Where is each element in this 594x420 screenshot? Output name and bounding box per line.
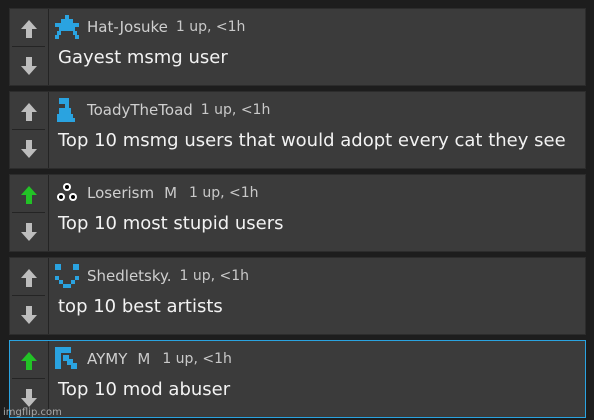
comment-header: ToadyTheToad 1 up, <1h [55, 96, 270, 124]
comment-text: Top 10 msmg users that would adopt every… [58, 130, 566, 151]
vote-column [10, 258, 49, 334]
comment-item: Hat-Josuke 1 up, <1h Gayest msmg user [9, 8, 586, 86]
down-arrow-icon [20, 139, 37, 158]
vote-column [10, 175, 49, 251]
comment-header: Loserism M 1 up, <1h [55, 179, 259, 207]
pixel-arrow-icon[interactable] [55, 347, 79, 371]
comment-meta: 1 up, <1h [189, 185, 259, 201]
comment-text: Top 10 most stupid users [58, 213, 284, 234]
triforce-dots-icon[interactable] [55, 181, 79, 205]
vote-column [10, 92, 49, 168]
up-arrow-icon [20, 19, 37, 38]
comment-item: ToadyTheToad 1 up, <1h Top 10 msmg users… [9, 91, 586, 169]
upvote-button[interactable] [12, 94, 45, 130]
comment-header: Hat-Josuke 1 up, <1h [55, 13, 245, 41]
pixel-figure-icon[interactable] [55, 98, 79, 122]
comment-text: top 10 best artists [58, 296, 223, 317]
vote-column [10, 9, 49, 85]
comment-text: Gayest msmg user [58, 47, 228, 68]
comment-item: Loserism M 1 up, <1h Top 10 most stupid … [9, 174, 586, 252]
pixel-creature-icon[interactable] [55, 15, 79, 39]
down-arrow-icon [20, 56, 37, 75]
comment-text: Top 10 mod abuser [58, 379, 231, 400]
upvote-button[interactable] [12, 260, 45, 296]
up-arrow-icon [20, 351, 37, 370]
comment-meta: 1 up, <1h [179, 268, 250, 284]
upvote-button[interactable] [12, 343, 45, 379]
upvote-button[interactable] [12, 177, 45, 213]
down-arrow-icon [20, 388, 37, 407]
down-arrow-icon [20, 222, 37, 241]
comment-meta: 1 up, <1h [175, 19, 246, 35]
username-link[interactable]: AYMY [87, 350, 127, 368]
username-link[interactable]: Loserism [87, 184, 154, 202]
down-arrow-icon [20, 305, 37, 324]
comment-meta: 1 up, <1h [200, 102, 271, 118]
up-arrow-icon [20, 102, 37, 121]
up-arrow-icon [20, 268, 37, 287]
comment-header: Shedletsky. 1 up, <1h [55, 262, 249, 290]
username-link[interactable]: Shedletsky. [87, 267, 172, 285]
pixel-smile-icon[interactable] [55, 264, 79, 288]
downvote-button[interactable] [12, 131, 45, 166]
username-link[interactable]: Hat-Josuke [87, 18, 168, 36]
comment-item: Shedletsky. 1 up, <1h top 10 best artist… [9, 257, 586, 335]
downvote-button[interactable] [12, 214, 45, 249]
downvote-button[interactable] [12, 297, 45, 332]
comment-meta: 1 up, <1h [162, 351, 232, 367]
up-arrow-icon [20, 185, 37, 204]
watermark: imgflip.com [3, 407, 62, 418]
username-link[interactable]: ToadyTheToad [87, 101, 193, 119]
comment-item: AYMY M 1 up, <1h Top 10 mod abuser [9, 340, 586, 418]
upvote-button[interactable] [12, 11, 45, 47]
downvote-button[interactable] [12, 48, 45, 83]
comment-header: AYMY M 1 up, <1h [55, 345, 232, 373]
mod-badge: M [164, 184, 178, 202]
vote-column [10, 341, 49, 417]
mod-badge: M [137, 350, 151, 368]
